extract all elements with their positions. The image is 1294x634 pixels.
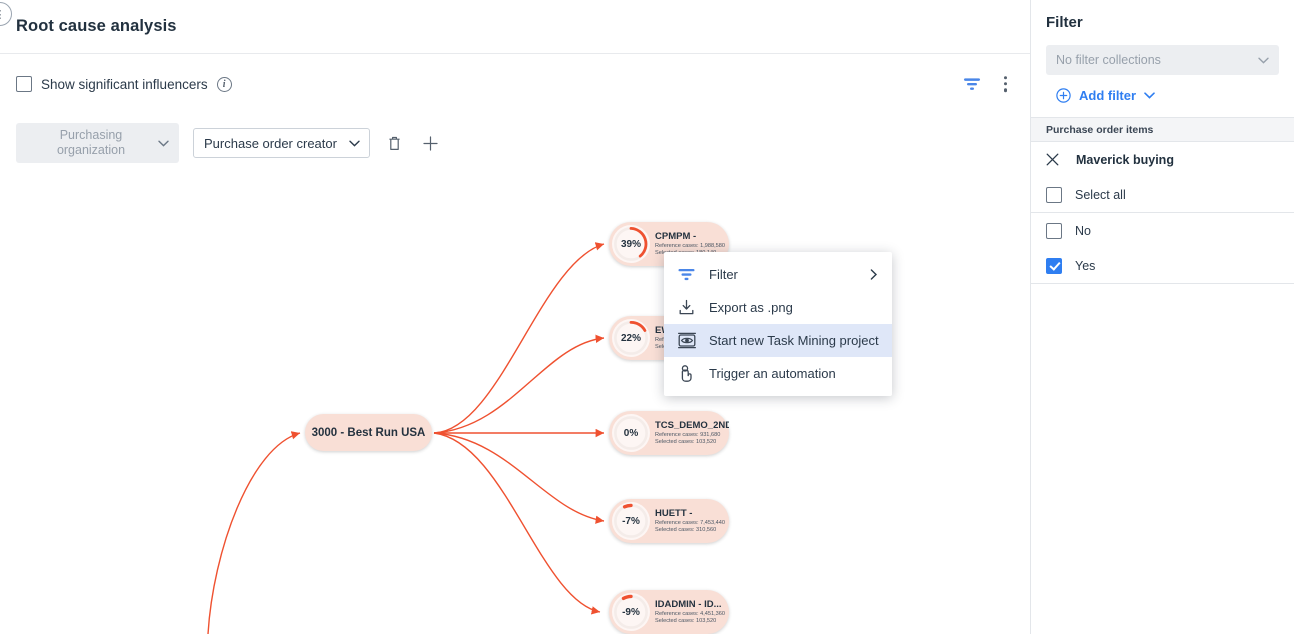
graph-node-selected-cases: Selected cases: 310,560	[655, 527, 717, 533]
delete-icon[interactable]	[384, 132, 405, 155]
graph-node[interactable]: 0% TCS_DEMO_2ND - Reference cases: 931,6…	[609, 411, 729, 455]
kebab-menu-icon[interactable]	[999, 74, 1012, 94]
graph-node[interactable]: -9% IDADMIN - ID... Reference cases: 4,4…	[609, 590, 729, 634]
filter-funnel-icon	[677, 265, 696, 284]
influence-percent: 39%	[620, 238, 641, 250]
influence-percent: -7%	[622, 515, 640, 527]
filter-section-label: Purchase order items	[1046, 123, 1154, 136]
graph-node-reference-cases: Reference cases: 4,451,360	[655, 610, 725, 617]
app-root: ⋮ Root cause analysis Show significant i…	[0, 0, 1294, 634]
graph-node-reference-cases: Reference cases: 1,988,580	[655, 242, 725, 249]
graph-node-title: TCS_DEMO_2ND -	[655, 419, 729, 431]
influence-dial: 22%	[612, 319, 650, 357]
option-yes-checkbox[interactable]	[1046, 257, 1062, 274]
show-influencers-row[interactable]: Show significant influencers i	[16, 76, 232, 92]
influence-dial: 39%	[612, 225, 650, 263]
graph-node[interactable]: -7% HUETT - Reference cases: 7,453,440 S…	[609, 499, 729, 543]
filter-panel: Filter No filter collections Add filter …	[1031, 0, 1294, 634]
graph-node-text: IDADMIN - ID... Reference cases: 4,451,3…	[655, 599, 725, 626]
graph-node-text: HUETT - Reference cases: 7,453,440 Selec…	[655, 508, 725, 535]
influence-dial: 0%	[612, 414, 650, 452]
add-filter-label: Add filter	[1079, 88, 1137, 103]
download-icon	[677, 298, 696, 317]
context-menu-item-label: Trigger an automation	[709, 366, 836, 381]
context-menu-item-label: Start new Task Mining project	[709, 333, 879, 348]
page-title: Root cause analysis	[16, 17, 177, 35]
show-influencers-checkbox[interactable]	[16, 76, 32, 92]
select-all-checkbox[interactable]	[1046, 186, 1062, 203]
context-menu-item-task-mining[interactable]: Start new Task Mining project	[664, 324, 892, 357]
context-menu: Filter Export as .png Start new Task Min…	[664, 252, 892, 396]
selector-row: Purchasing organization Purchase order c…	[0, 114, 1030, 172]
context-menu-item-label: Export as .png	[709, 300, 793, 315]
plus-circle-icon	[1056, 88, 1071, 103]
influence-dial: -7%	[612, 502, 650, 540]
filter-option-label: Select all	[1075, 187, 1126, 202]
context-menu-item-filter[interactable]: Filter	[664, 258, 892, 291]
task-mining-icon	[677, 331, 696, 350]
dimension-select[interactable]: Purchasing organization	[16, 123, 179, 163]
filter-option-label: No	[1075, 223, 1091, 238]
chevron-down-icon	[349, 140, 360, 147]
filter-attribute-row: Maverick buying	[1031, 142, 1294, 177]
option-no-checkbox[interactable]	[1046, 222, 1062, 239]
attribute-select[interactable]: Purchase order creator	[193, 128, 370, 158]
influence-percent: 22%	[620, 332, 641, 344]
add-filter-button[interactable]: Add filter	[1046, 75, 1279, 117]
attribute-select-value: Purchase order creator	[204, 135, 337, 151]
filter-funnel-icon[interactable]	[963, 77, 981, 91]
chevron-right-icon	[870, 269, 878, 280]
context-menu-item-label: Filter	[709, 267, 738, 282]
graph-node-selected-cases: Selected cases: 103,520	[655, 618, 717, 624]
graph-node-reference-cases: Reference cases: 931,680	[655, 431, 721, 438]
filter-option-no[interactable]: No	[1031, 213, 1294, 248]
filter-option-label: Yes	[1075, 258, 1096, 273]
chevron-down-icon	[158, 140, 169, 147]
info-icon[interactable]: i	[216, 76, 232, 92]
graph-edges	[207, 242, 605, 634]
filter-panel-title: Filter	[1046, 14, 1083, 31]
toolbar-actions	[963, 74, 1012, 94]
graph-root-node[interactable]: 3000 - Best Run USA	[305, 414, 432, 451]
add-icon[interactable]	[419, 132, 442, 155]
show-influencers-label: Show significant influencers	[41, 76, 208, 92]
influence-percent: 0%	[623, 427, 639, 439]
filter-section-header: Purchase order items	[1031, 117, 1294, 142]
filter-attribute-label: Maverick buying	[1076, 152, 1174, 167]
automation-hand-icon	[677, 364, 696, 383]
graph-node-selected-cases: Selected cases: 103,520	[655, 439, 717, 445]
graph-root-label: 3000 - Best Run USA	[311, 426, 426, 439]
chevron-down-icon	[1144, 92, 1155, 99]
close-x-icon[interactable]	[1046, 153, 1059, 166]
influence-percent: -9%	[622, 606, 640, 618]
filter-collection-value: No filter collections	[1056, 53, 1161, 67]
filter-option-yes[interactable]: Yes	[1031, 248, 1294, 283]
filter-option-select-all[interactable]: Select all	[1031, 177, 1294, 212]
graph-node-text: TCS_DEMO_2ND - Reference cases: 931,680 …	[655, 420, 729, 447]
circle-menu-icon[interactable]: ⋮	[0, 2, 12, 26]
filter-collection-select[interactable]: No filter collections	[1046, 45, 1279, 75]
graph-node-title: HUETT -	[655, 507, 693, 519]
main-content: ⋮ Root cause analysis Show significant i…	[0, 0, 1031, 634]
page-header: ⋮ Root cause analysis	[0, 0, 1030, 54]
chevron-down-icon	[1258, 57, 1269, 64]
dimension-select-value: Purchasing organization	[56, 128, 126, 157]
divider	[1031, 283, 1294, 284]
analysis-toolbar: Show significant influencers i	[0, 54, 1030, 114]
graph-node-title: IDADMIN - ID...	[655, 598, 722, 610]
graph-node-title: CPMPM -	[655, 230, 697, 242]
context-menu-item-export[interactable]: Export as .png	[664, 291, 892, 324]
root-cause-graph: 3000 - Best Run USA 39% CPMPM - Referenc…	[0, 172, 1030, 634]
context-menu-item-automation[interactable]: Trigger an automation	[664, 357, 892, 390]
filter-panel-header: Filter No filter collections Add filter	[1031, 0, 1294, 117]
graph-node-reference-cases: Reference cases: 7,453,440	[655, 519, 725, 526]
influence-dial: -9%	[612, 593, 650, 631]
